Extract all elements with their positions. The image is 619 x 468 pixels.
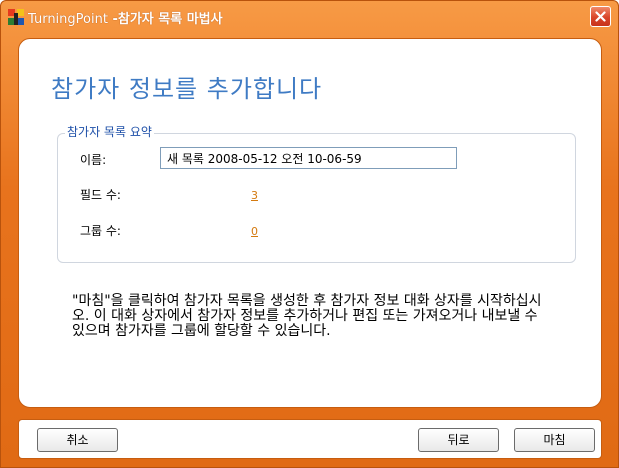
- title-app-name: TurningPoint: [28, 12, 108, 27]
- list-name-field[interactable]: 새 목록 2008-05-12 오전 10-06-59: [160, 147, 457, 169]
- wizard-window: TurningPoint -참가자 목록 마법사 참가자 정보를 추가합니다 참…: [0, 0, 619, 468]
- close-icon: [595, 11, 606, 22]
- group-count-link[interactable]: 0: [251, 225, 258, 238]
- title-separator: -: [107, 12, 118, 27]
- title-bar[interactable]: TurningPoint -참가자 목록 마법사: [1, 1, 618, 31]
- cancel-button[interactable]: 취소: [37, 428, 118, 452]
- instruction-text: "마침"을 클릭하여 참가자 목록을 생성한 후 참가자 정보 대화 상자를 시…: [72, 293, 542, 339]
- close-button[interactable]: [590, 6, 611, 27]
- summary-legend: 참가자 목록 요약: [65, 123, 154, 140]
- button-bar: 취소 뒤로 마침: [18, 419, 602, 459]
- title-wizard-name: 참가자 목록 마법사: [117, 12, 223, 27]
- finish-button[interactable]: 마침: [514, 428, 595, 452]
- turningpoint-app-icon: [8, 9, 24, 25]
- field-count-link[interactable]: 3: [251, 189, 258, 202]
- group-count-label: 그룹 수:: [80, 224, 121, 238]
- page-heading: 참가자 정보를 추가합니다: [51, 75, 323, 103]
- name-label: 이름:: [80, 153, 107, 167]
- back-button[interactable]: 뒤로: [418, 428, 499, 452]
- wizard-content-panel: 참가자 정보를 추가합니다 참가자 목록 요약 이름: 새 목록 2008-05…: [18, 38, 602, 408]
- field-count-label: 필드 수:: [80, 188, 121, 202]
- window-title: TurningPoint -참가자 목록 마법사: [28, 8, 223, 27]
